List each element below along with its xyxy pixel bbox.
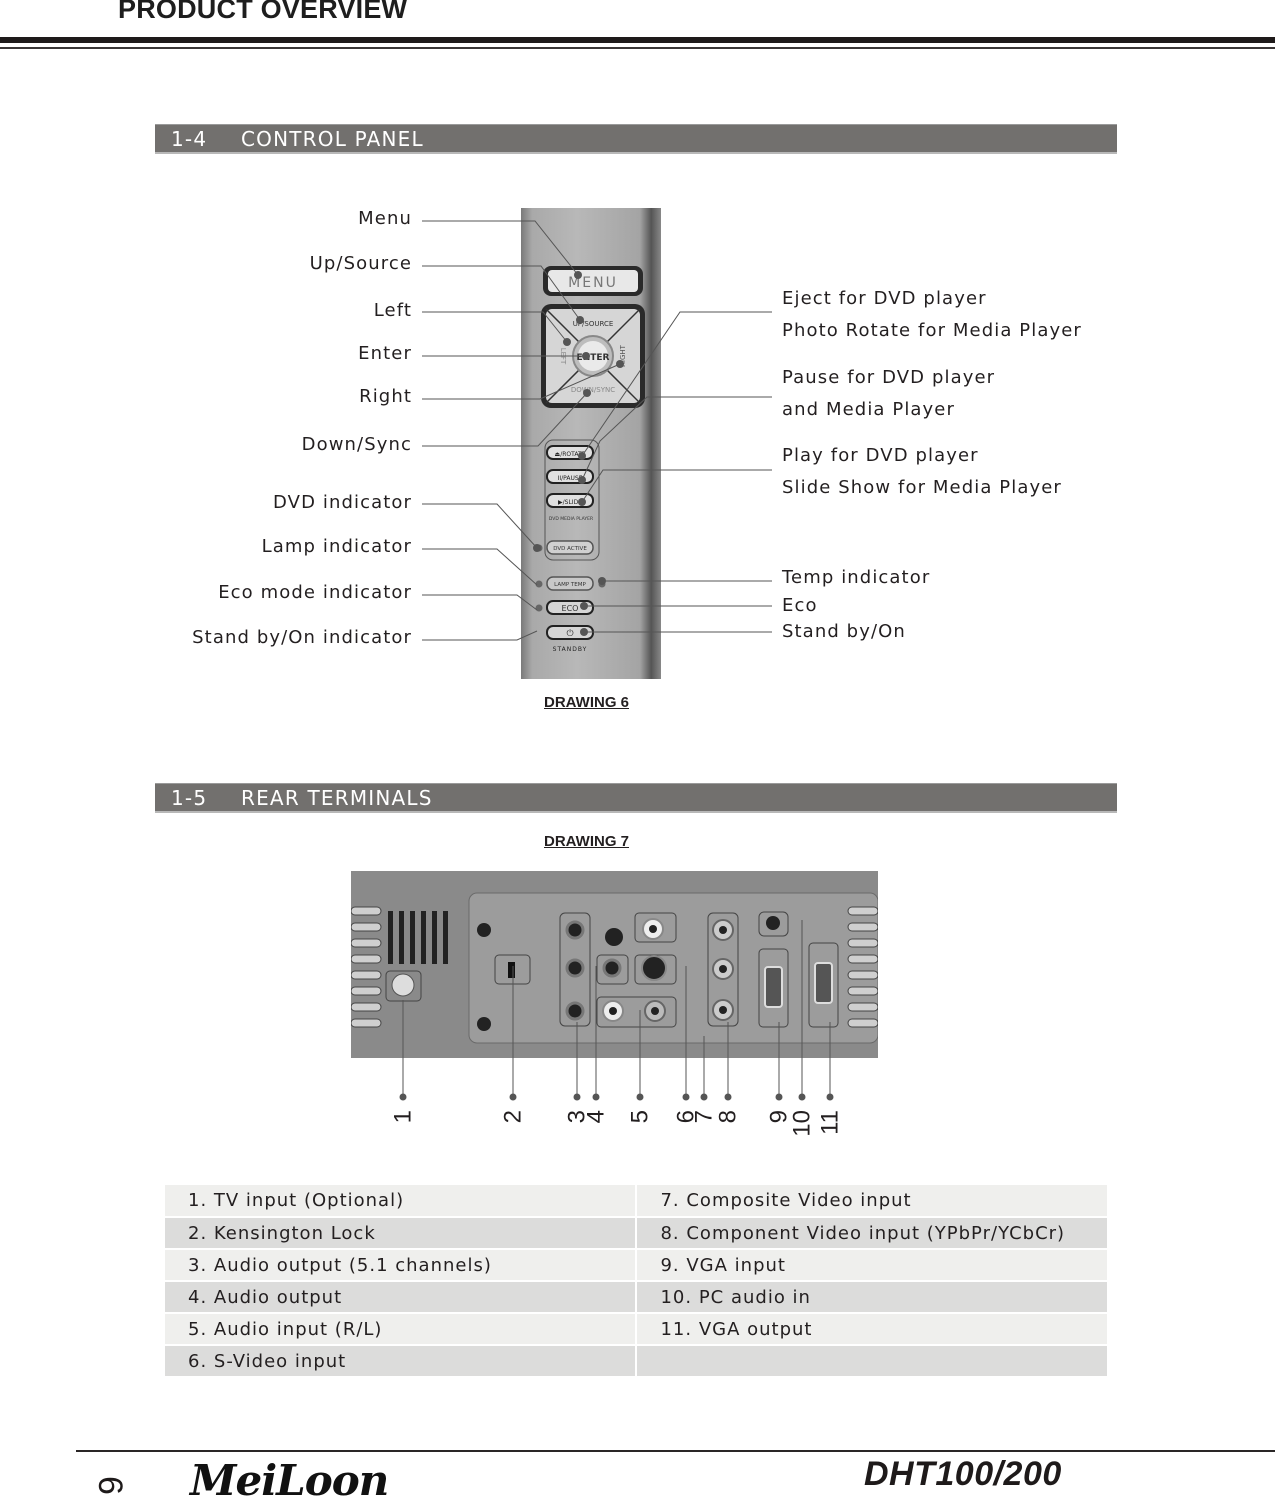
brand-logo: MeiLoon bbox=[190, 1456, 389, 1505]
legend-row: 6. S-Video input bbox=[165, 1345, 1109, 1378]
callout-number-11: 11 bbox=[817, 1110, 844, 1135]
legend-cell: 5. Audio input (R/L) bbox=[165, 1313, 638, 1346]
callout-dot bbox=[592, 1093, 600, 1101]
callout-dot bbox=[700, 1093, 708, 1101]
callout-dot bbox=[509, 1093, 517, 1101]
legend-cell: 4. Audio output bbox=[165, 1281, 638, 1314]
legend-cell: 11. VGA output bbox=[636, 1313, 1109, 1346]
legend-cell: 2. Kensington Lock bbox=[165, 1217, 638, 1250]
callout-dot bbox=[573, 1093, 581, 1101]
legend-cell: 9. VGA input bbox=[636, 1249, 1109, 1282]
model-name: DHT100/200 bbox=[864, 1455, 1062, 1493]
callout-dot bbox=[636, 1093, 644, 1101]
legend-row: 2. Kensington Lock 8. Component Video inp… bbox=[165, 1217, 1109, 1250]
page-number-text: 6 bbox=[90, 1476, 129, 1495]
legend-cell: 8. Component Video input (YPbPr/YCbCr) bbox=[636, 1217, 1109, 1250]
rear-terminal-callouts: 1 2 34 5 678 910 11 bbox=[390, 920, 844, 1137]
callout-dot bbox=[798, 1093, 806, 1101]
rear-terminals-legend: 1. TV input (Optional) 7. Composite Video… bbox=[165, 1185, 1109, 1378]
callout-number-5: 5 bbox=[627, 1110, 654, 1123]
callout-number-7: 7 bbox=[691, 1110, 718, 1123]
legend-row: 3. Audio output (5.1 channels) 9. VGA inp… bbox=[165, 1249, 1109, 1282]
callout-dot bbox=[775, 1093, 783, 1101]
legend-row: 4. Audio output 10. PC audio in bbox=[165, 1281, 1109, 1314]
callout-dot bbox=[724, 1093, 732, 1101]
legend-row: 5. Audio input (R/L) 11. VGA output bbox=[165, 1313, 1109, 1346]
callout-dot bbox=[682, 1093, 690, 1101]
callout-number-1: 1 bbox=[390, 1110, 417, 1123]
legend-cell: 7. Composite Video input bbox=[636, 1185, 1109, 1218]
callout-dot bbox=[399, 1093, 407, 1101]
footer-rule bbox=[76, 1450, 1275, 1452]
callout-number-10: 10 bbox=[789, 1110, 816, 1137]
legend-cell: 3. Audio output (5.1 channels) bbox=[165, 1249, 638, 1282]
legend-cell: 1. TV input (Optional) bbox=[165, 1185, 638, 1218]
legend-row: 1. TV input (Optional) 7. Composite Video… bbox=[165, 1185, 1109, 1218]
legend-cell bbox=[636, 1345, 1109, 1378]
callout-number-2: 2 bbox=[500, 1110, 527, 1123]
callout-number-8: 8 bbox=[715, 1110, 742, 1123]
callout-dot bbox=[826, 1093, 834, 1101]
callout-number-4: 4 bbox=[583, 1110, 610, 1123]
legend-cell: 10. PC audio in bbox=[636, 1281, 1109, 1314]
legend-cell: 6. S-Video input bbox=[165, 1345, 638, 1378]
page-number: 6 bbox=[91, 1466, 129, 1505]
